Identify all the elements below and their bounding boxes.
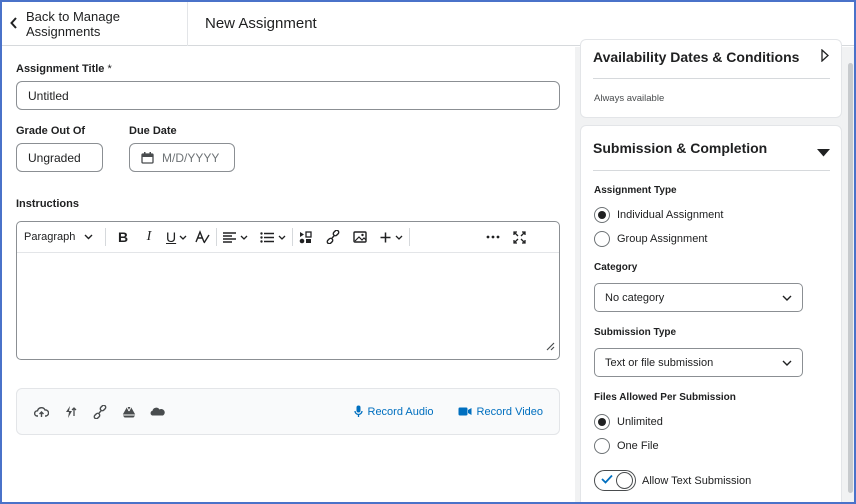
allow-text-submission-row: Allow Text Submission: [594, 470, 751, 491]
align-icon[interactable]: [223, 222, 248, 253]
page-title: New Assignment: [205, 15, 317, 32]
back-link-label: Back to Manage Assignments: [26, 8, 120, 39]
radio-label: One File: [617, 440, 659, 452]
italic-icon[interactable]: I: [138, 222, 160, 253]
category-select[interactable]: No category: [594, 283, 803, 312]
back-link[interactable]: Back to Manage Assignments: [2, 2, 188, 46]
chevron-down-icon: [278, 235, 286, 240]
chevron-down-icon: [84, 234, 93, 240]
toolbar-divider: [105, 228, 106, 246]
calendar-icon: [141, 151, 154, 164]
radio-unlimited[interactable]: Unlimited: [594, 414, 663, 430]
radio-individual-assignment[interactable]: Individual Assignment: [594, 207, 723, 223]
submission-heading: Submission & Completion: [593, 140, 768, 156]
grade-input[interactable]: Ungraded: [16, 143, 103, 172]
submission-type-label: Submission Type: [594, 327, 677, 338]
paragraph-format-select[interactable]: Paragraph: [17, 222, 99, 253]
required-mark: *: [107, 63, 112, 75]
image-icon[interactable]: [353, 222, 367, 253]
submission-card: Submission & Completion Assignment Type …: [580, 125, 842, 502]
app-frame: Back to Manage Assignments New Assignmen…: [0, 0, 856, 504]
underline-icon[interactable]: U: [166, 222, 187, 253]
submission-type-select-value: Text or file submission: [605, 356, 714, 369]
category-select-value: No category: [605, 291, 665, 304]
main-form: Assignment Title * Untitled Grade Out Of…: [2, 47, 575, 502]
editor-toolbar: Paragraph B I U: [17, 222, 559, 253]
radio-label: Group Assignment: [617, 233, 708, 245]
assignment-type-label: Assignment Type: [594, 185, 677, 196]
chevron-down-icon: [240, 235, 248, 240]
record-audio-label: Record Audio: [367, 405, 434, 418]
chevron-down-icon: [782, 295, 792, 301]
insert-element-icon[interactable]: [299, 222, 313, 253]
text-format-icon[interactable]: [195, 222, 210, 253]
resize-handle-icon[interactable]: [545, 338, 555, 356]
instructions-editor[interactable]: Paragraph B I U: [16, 221, 560, 360]
availability-card: Availability Dates & Conditions Always a…: [580, 39, 842, 118]
check-icon: [601, 474, 613, 484]
radio-label: Individual Assignment: [617, 209, 724, 221]
radio-label: Unlimited: [617, 416, 663, 428]
chevron-down-icon: [395, 235, 403, 240]
radio-unselected-icon: [594, 231, 610, 247]
allow-text-submission-label: Allow Text Submission: [642, 474, 752, 487]
divider: [593, 170, 830, 171]
microphone-icon: [353, 405, 363, 417]
record-video-button[interactable]: Record Video: [458, 406, 543, 418]
fullscreen-icon[interactable]: [513, 222, 526, 253]
grade-label: Grade Out Of: [16, 125, 86, 137]
due-date-label: Due Date: [129, 125, 177, 137]
toolbar-divider: [216, 228, 218, 246]
radio-selected-icon: [594, 414, 610, 430]
submission-type-select[interactable]: Text or file submission: [594, 348, 803, 377]
radio-one-file[interactable]: One File: [594, 438, 659, 454]
title-label: Assignment Title *: [16, 63, 112, 75]
caret-down-icon[interactable]: [817, 144, 830, 162]
quicklink-icon[interactable]: [56, 405, 85, 419]
files-allowed-label: Files Allowed Per Submission: [594, 392, 736, 403]
due-date-input[interactable]: M/D/YYYY: [129, 143, 235, 172]
google-drive-icon[interactable]: [114, 406, 143, 418]
record-video-label: Record Video: [476, 405, 543, 418]
instructions-label: Instructions: [16, 198, 79, 210]
plus-icon[interactable]: [380, 222, 403, 253]
chevron-left-icon: [10, 16, 18, 32]
link-icon[interactable]: [85, 404, 114, 419]
availability-heading: Availability Dates & Conditions: [593, 49, 800, 65]
record-audio-button[interactable]: Record Audio: [353, 405, 434, 418]
toggle-knob: [616, 472, 633, 489]
radio-unselected-icon: [594, 438, 610, 454]
upload-icon[interactable]: [27, 406, 56, 418]
more-icon[interactable]: [486, 222, 500, 253]
title-input-value: Untitled: [28, 88, 69, 103]
toolbar-divider: [292, 228, 294, 246]
bold-icon[interactable]: B: [112, 222, 134, 253]
toolbar-divider: [409, 228, 411, 246]
due-date-placeholder: M/D/YYYY: [162, 150, 220, 165]
allow-text-submission-toggle[interactable]: [594, 470, 636, 491]
attachments-bar: Record Audio Record Video: [16, 388, 560, 435]
video-camera-icon: [458, 407, 472, 416]
title-input[interactable]: Untitled: [16, 81, 560, 110]
paragraph-format-label: Paragraph: [24, 231, 76, 243]
list-icon[interactable]: [260, 222, 286, 253]
chevron-right-icon[interactable]: [821, 48, 829, 67]
settings-panel: Availability Dates & Conditions Always a…: [575, 39, 854, 502]
scrollbar[interactable]: [847, 47, 854, 502]
chevron-down-icon: [179, 235, 187, 240]
category-label: Category: [594, 262, 638, 273]
divider: [593, 78, 830, 79]
title-label-text: Assignment Title: [16, 63, 105, 75]
grade-input-value: Ungraded: [28, 150, 81, 165]
onedrive-icon[interactable]: [143, 407, 172, 416]
radio-group-assignment[interactable]: Group Assignment: [594, 231, 708, 247]
link-icon[interactable]: [326, 222, 340, 253]
availability-status: Always available: [594, 93, 665, 104]
radio-selected-icon: [594, 207, 610, 223]
chevron-down-icon: [782, 360, 792, 366]
scrollbar-thumb[interactable]: [848, 63, 853, 493]
